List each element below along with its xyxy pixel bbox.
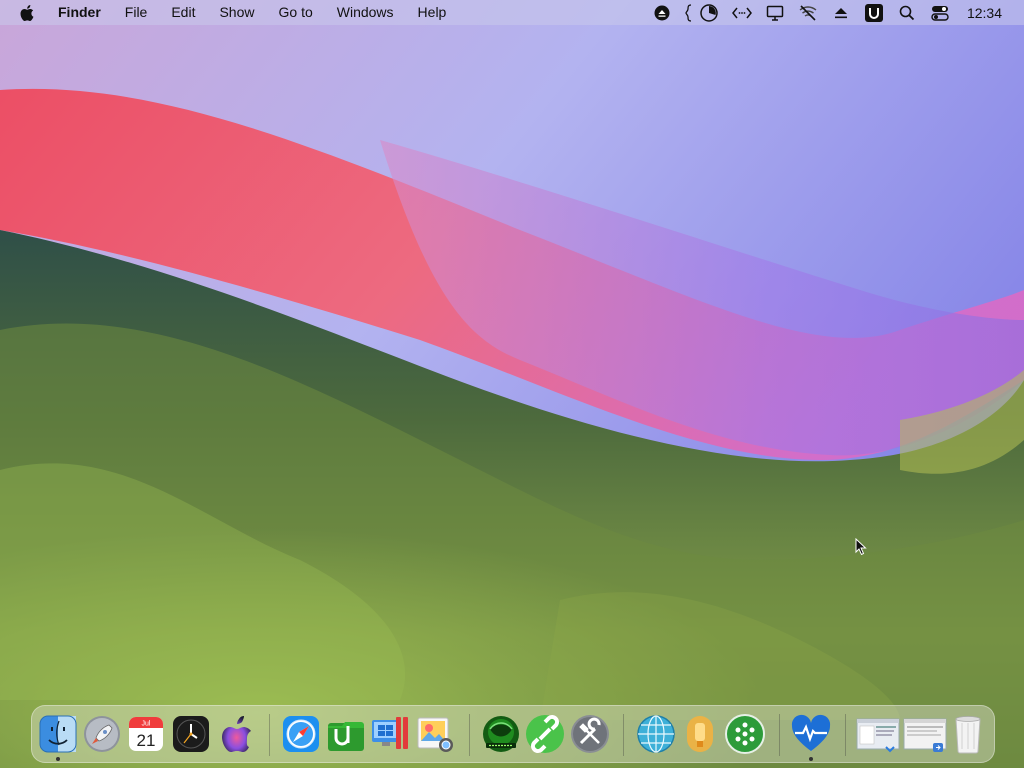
u-app-icon[interactable] (864, 3, 884, 23)
code-arrows-icon[interactable] (731, 3, 752, 23)
running-indicator (56, 757, 60, 761)
menubar-clock[interactable]: 12:34 (967, 5, 1002, 21)
apple-logo-app-icon[interactable] (214, 713, 256, 755)
eject-icon[interactable] (652, 3, 672, 23)
menu-help[interactable]: Help (418, 0, 447, 25)
pie-chart-icon[interactable] (699, 3, 719, 23)
minimized-window-thumbnail[interactable] (903, 713, 947, 755)
dock-separator (845, 714, 846, 756)
utorrent-icon[interactable] (325, 713, 367, 755)
app-menu-finder[interactable]: Finder (58, 0, 101, 25)
dock: Jul 21 (31, 705, 995, 763)
search-icon[interactable] (897, 3, 917, 23)
heart-monitor-icon[interactable] (790, 713, 832, 755)
minimized-window-thumbnail[interactable] (856, 713, 900, 755)
upload-icon[interactable] (831, 3, 851, 23)
clock-app-icon[interactable] (170, 713, 212, 755)
globe-icon[interactable] (635, 713, 677, 755)
mouse-cursor (855, 538, 867, 556)
dock-separator (269, 714, 270, 756)
calendar-icon[interactable]: Jul 21 (125, 713, 167, 755)
trash-icon[interactable] (947, 713, 989, 755)
menu-windows[interactable]: Windows (337, 0, 394, 25)
link-app-icon[interactable] (524, 713, 566, 755)
launchpad-icon[interactable] (81, 713, 123, 755)
finder-icon[interactable] (37, 713, 79, 755)
safari-icon[interactable] (280, 713, 322, 755)
tools-app-icon[interactable] (569, 713, 611, 755)
calendar-day: 21 (137, 731, 156, 750)
dock-separator (469, 714, 470, 756)
green-disk-app-icon[interactable] (480, 713, 522, 755)
apple-menu-icon[interactable] (20, 4, 40, 21)
parallels-windows-icon[interactable] (370, 713, 412, 755)
menu-file[interactable]: File (125, 0, 148, 25)
menu-bar: Finder File Edit Show Go to Windows Help (0, 0, 1024, 25)
orange-app-icon[interactable] (679, 713, 721, 755)
calendar-month: Jul (142, 721, 151, 728)
status-bracket-icon[interactable] (685, 3, 695, 23)
control-center-icon[interactable] (930, 3, 950, 23)
menu-go-to[interactable]: Go to (279, 0, 313, 25)
dock-separator (779, 714, 780, 756)
desktop-wallpaper (0, 0, 1024, 768)
people-app-icon[interactable] (724, 713, 766, 755)
dock-separator (623, 714, 624, 756)
display-icon[interactable] (765, 3, 785, 23)
running-indicator (809, 757, 813, 761)
menu-show[interactable]: Show (219, 0, 254, 25)
preview-icon[interactable] (414, 713, 456, 755)
wifi-off-icon[interactable] (798, 3, 818, 23)
menu-edit[interactable]: Edit (171, 0, 195, 25)
